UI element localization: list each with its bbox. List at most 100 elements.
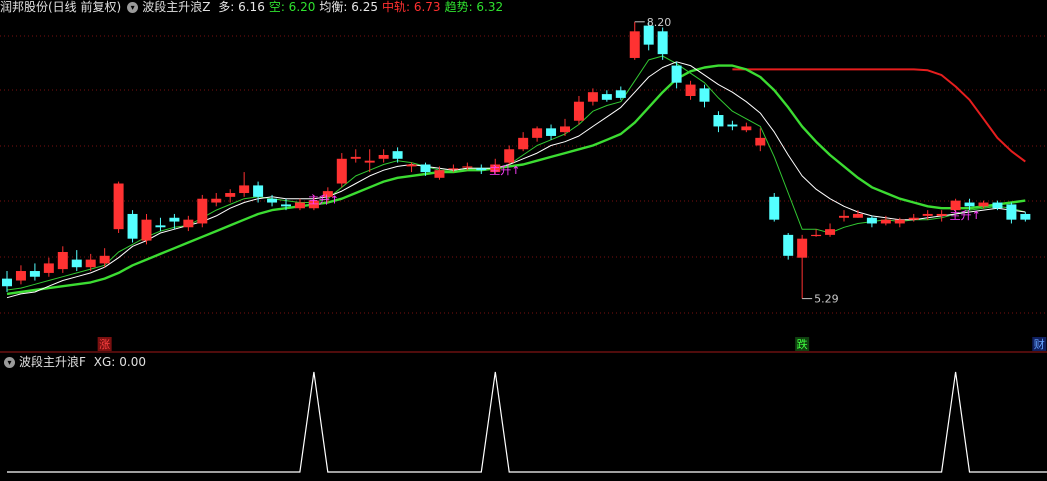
candle-3[interactable] bbox=[43, 257, 54, 277]
candle-body bbox=[783, 234, 794, 256]
candle-60[interactable] bbox=[839, 210, 849, 222]
candle-28[interactable] bbox=[392, 147, 403, 163]
annotation-label-1: 5.29 bbox=[814, 293, 839, 306]
candle-body bbox=[378, 154, 389, 159]
candle-body bbox=[392, 151, 403, 159]
candle-body bbox=[936, 213, 947, 216]
candle-5[interactable] bbox=[71, 250, 82, 272]
candle-45[interactable] bbox=[629, 21, 640, 60]
candle-17[interactable] bbox=[239, 172, 250, 197]
stock-title[interactable]: 润邦股份(日线 前复权) bbox=[0, 0, 121, 14]
candle-55[interactable] bbox=[769, 193, 780, 222]
candle-body bbox=[1006, 204, 1017, 220]
candle-2[interactable] bbox=[29, 263, 40, 281]
candle-body bbox=[294, 202, 305, 209]
candle-body bbox=[560, 126, 570, 133]
price-annotations: 8.20 5.29 bbox=[634, 16, 839, 306]
candle-1[interactable] bbox=[15, 265, 26, 285]
candle-62[interactable] bbox=[866, 215, 877, 228]
candle-42[interactable] bbox=[587, 88, 598, 106]
candle-48[interactable] bbox=[671, 61, 682, 89]
candle-47[interactable] bbox=[657, 27, 668, 60]
event-marker-2[interactable]: 财 bbox=[1032, 337, 1047, 351]
candle-body bbox=[880, 219, 891, 224]
candle-43[interactable] bbox=[601, 90, 612, 102]
candle-body bbox=[336, 158, 347, 184]
candle-34[interactable] bbox=[476, 164, 487, 174]
indicator-values: 多: 6.16 空: 6.20 均衡: 6.25 中轨: 6.73 趋势: 6.32 bbox=[218, 0, 507, 14]
candle-50[interactable] bbox=[699, 84, 710, 108]
duo-line bbox=[6, 61, 1026, 299]
candle-body bbox=[727, 124, 738, 127]
candle-body bbox=[825, 229, 836, 235]
candle-38[interactable] bbox=[532, 126, 543, 142]
candle-37[interactable] bbox=[518, 132, 529, 152]
candle-body bbox=[155, 225, 166, 228]
price-gridlines bbox=[0, 35, 1047, 314]
candle-4[interactable] bbox=[57, 246, 68, 273]
candle-15[interactable] bbox=[211, 193, 222, 207]
candle-39[interactable] bbox=[546, 124, 557, 140]
candle-11[interactable] bbox=[155, 217, 166, 232]
indicator-name[interactable]: 波段主升浪Z bbox=[142, 0, 210, 14]
sub-indicator-plot bbox=[7, 371, 1047, 473]
event-marker-label: 财 bbox=[1034, 337, 1045, 351]
indicator-value-3: 中轨: 6.73 bbox=[381, 0, 441, 14]
candle-24[interactable] bbox=[336, 153, 347, 188]
candle-41[interactable] bbox=[573, 96, 584, 125]
candle-body bbox=[239, 185, 250, 194]
main-header: 润邦股份(日线 前复权) ▾ 波段主升浪Z 多: 6.16 空: 6.20 均衡: 6.… bbox=[0, 0, 511, 15]
candle-body bbox=[504, 149, 515, 163]
candle-body bbox=[532, 128, 543, 138]
candle-body bbox=[71, 259, 82, 268]
candle-52[interactable] bbox=[727, 120, 738, 131]
candle-72[interactable] bbox=[1006, 202, 1017, 224]
candle-21[interactable] bbox=[294, 198, 305, 211]
candle-36[interactable] bbox=[504, 145, 515, 165]
candle-51[interactable] bbox=[713, 111, 724, 133]
candle-13[interactable] bbox=[183, 215, 194, 232]
candle-0[interactable] bbox=[2, 271, 12, 292]
candle-16[interactable] bbox=[225, 189, 236, 203]
event-markers[interactable]: 涨跌财 bbox=[97, 337, 1047, 351]
event-marker-1[interactable]: 跌 bbox=[795, 337, 810, 351]
candle-73[interactable] bbox=[1020, 212, 1031, 222]
sub-indicator-name[interactable]: 波段主升浪F bbox=[19, 355, 86, 369]
chevron-down-icon[interactable]: ▾ bbox=[127, 2, 139, 13]
candle-14[interactable] bbox=[197, 194, 208, 228]
xg-label: XG: bbox=[93, 355, 116, 369]
candle-40[interactable] bbox=[560, 118, 570, 136]
candle-body bbox=[518, 137, 529, 150]
candle-54[interactable] bbox=[755, 128, 766, 152]
candle-19[interactable] bbox=[267, 194, 278, 207]
candle-9[interactable] bbox=[127, 210, 138, 243]
candle-body bbox=[741, 126, 752, 131]
candle-body bbox=[211, 198, 222, 203]
chevron-down-icon[interactable]: ▾ bbox=[4, 357, 15, 368]
kline-chart[interactable]: 8.20 5.29 主升↑ 主升↑ 主升↑ 涨 跌 财 bbox=[0, 0, 1047, 481]
candle-body bbox=[99, 255, 110, 264]
candle-body bbox=[169, 217, 180, 222]
candle-25[interactable] bbox=[350, 149, 361, 163]
candle-body bbox=[964, 202, 975, 207]
candle-8[interactable] bbox=[113, 181, 124, 233]
event-marker-label: 涨 bbox=[99, 338, 110, 351]
candle-61[interactable] bbox=[852, 210, 863, 218]
indicator-value-4: 趋势: 6.32 bbox=[444, 0, 504, 14]
candle-59[interactable] bbox=[825, 223, 836, 237]
candle-27[interactable] bbox=[378, 149, 389, 163]
candle-44[interactable] bbox=[615, 86, 626, 100]
candle-56[interactable] bbox=[783, 232, 794, 260]
candle-body bbox=[15, 271, 26, 281]
candle-10[interactable] bbox=[141, 213, 152, 245]
event-marker-0[interactable]: 涨 bbox=[97, 337, 112, 351]
candle-body bbox=[2, 278, 12, 287]
candle-body bbox=[57, 252, 68, 270]
candle-body bbox=[420, 164, 431, 173]
indicator-value-1: 空: 6.20 bbox=[268, 0, 316, 14]
candle-57[interactable] bbox=[797, 234, 808, 299]
signal-label-0: 主升↑ bbox=[308, 194, 339, 207]
candle-body bbox=[113, 183, 124, 230]
candle-49[interactable] bbox=[685, 80, 696, 100]
candle-53[interactable] bbox=[741, 122, 752, 133]
